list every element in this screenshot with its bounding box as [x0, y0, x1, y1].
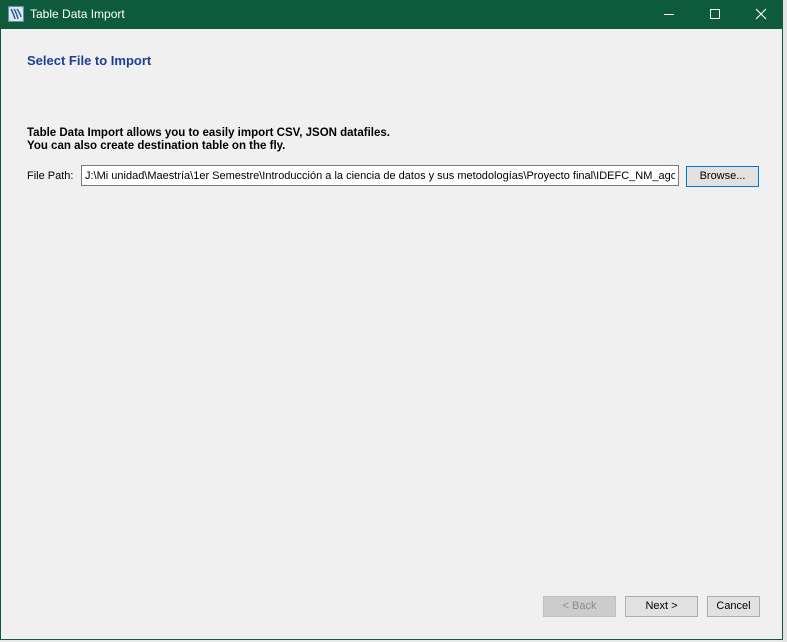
close-button[interactable]	[738, 0, 784, 29]
description-line-2: You can also create destination table on…	[27, 140, 286, 152]
maximize-button[interactable]	[692, 0, 738, 29]
title-bar[interactable]: Table Data Import	[1, 0, 784, 29]
import-wizard-window: Table Data Import Select File to Import …	[0, 0, 784, 640]
page-description: Table Data Import allows you to easily i…	[27, 127, 390, 153]
wizard-content: Select File to Import Table Data Import …	[1, 29, 782, 639]
background-window-edge	[783, 0, 787, 642]
next-button[interactable]: Next >	[625, 596, 698, 617]
minimize-button[interactable]	[646, 0, 692, 29]
mysql-workbench-icon	[8, 6, 24, 22]
page-title: Select File to Import	[27, 53, 152, 68]
browse-button[interactable]: Browse...	[686, 166, 759, 187]
back-button[interactable]: < Back	[543, 596, 616, 617]
file-path-input[interactable]	[81, 165, 679, 186]
window-title: Table Data Import	[30, 7, 125, 21]
cancel-button[interactable]: Cancel	[707, 596, 760, 617]
description-line-1: Table Data Import allows you to easily i…	[27, 127, 390, 139]
file-path-label: File Path:	[27, 170, 74, 182]
